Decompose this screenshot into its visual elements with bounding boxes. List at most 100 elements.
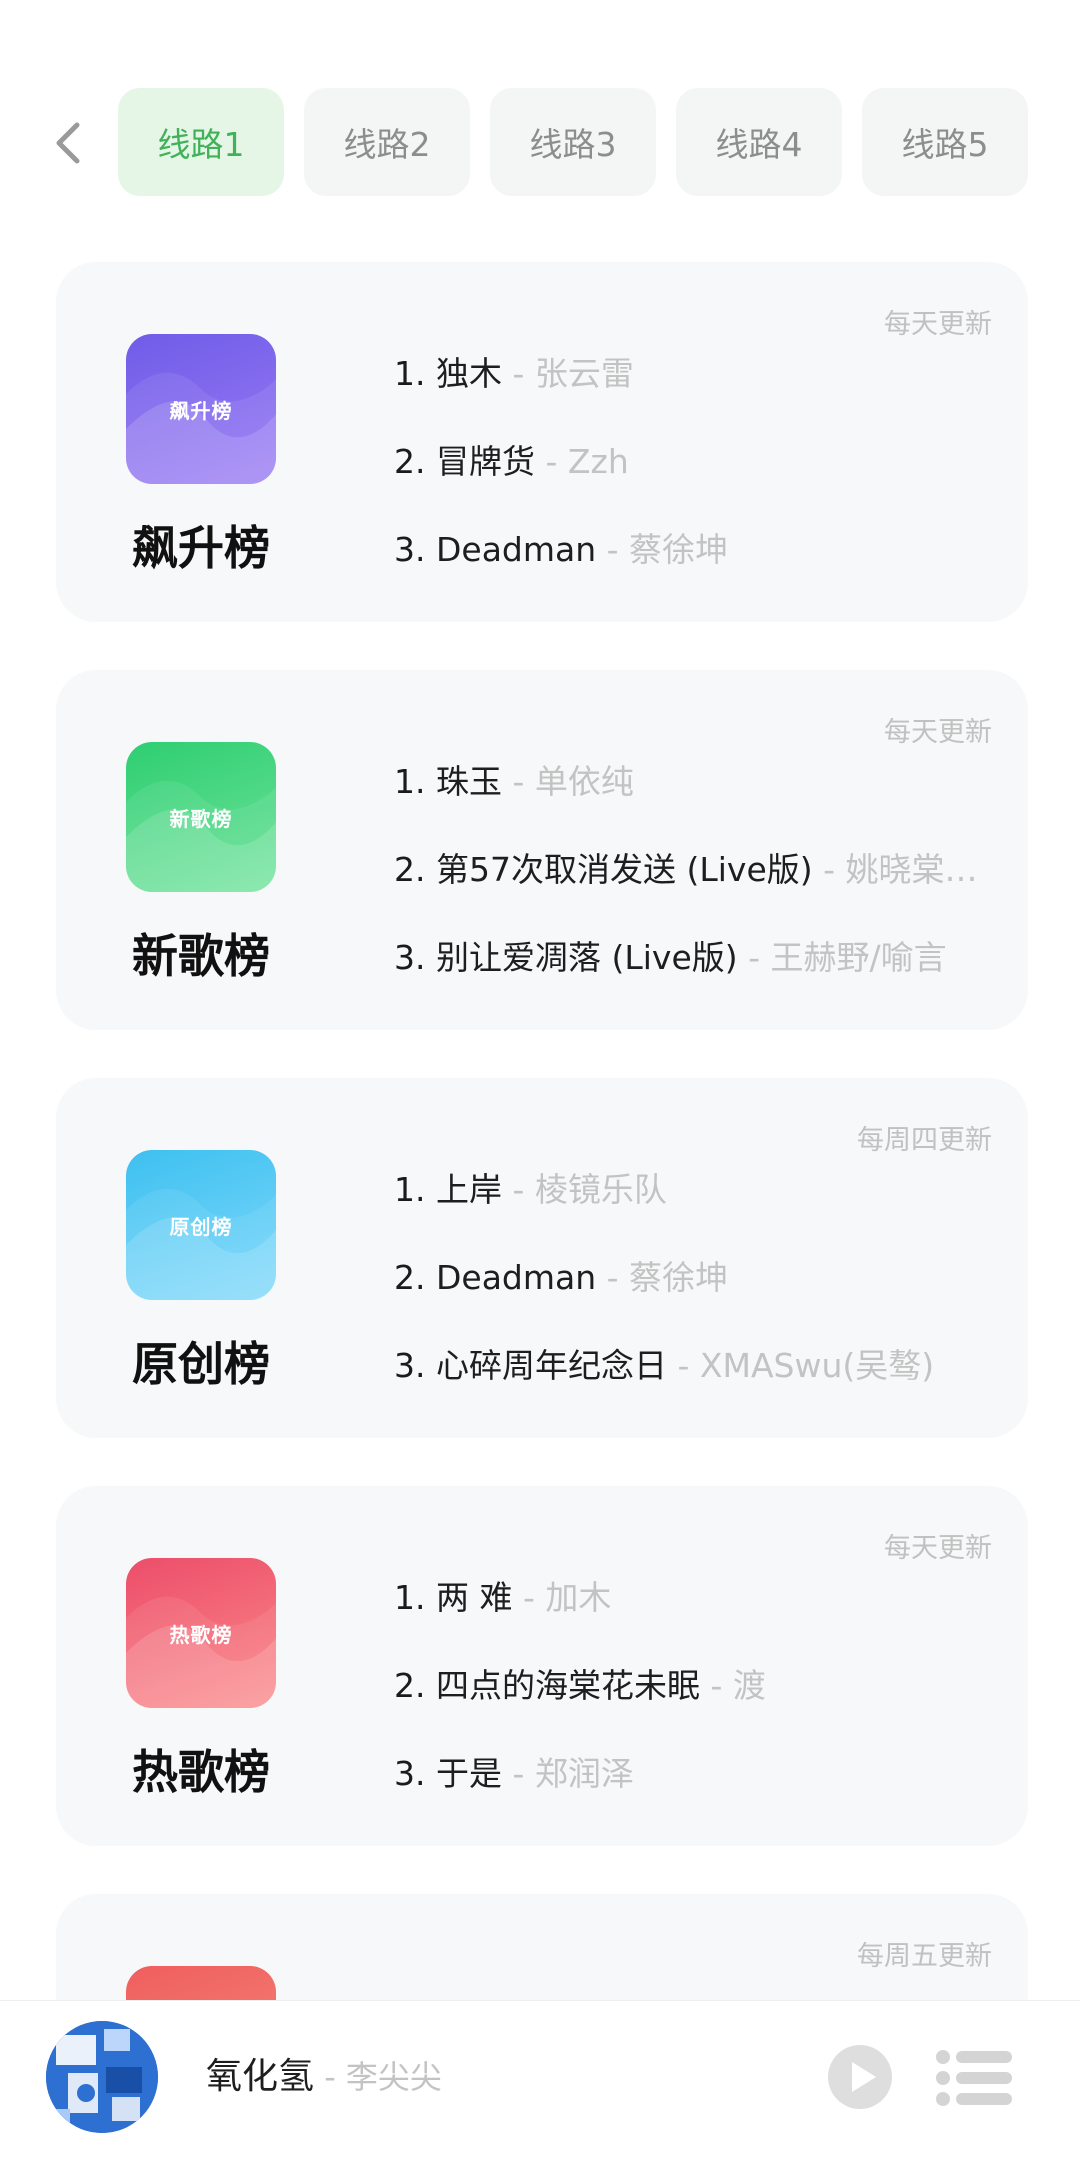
chart-name: 飙升榜 <box>132 521 270 575</box>
song-list: 1. 两 难 - 加木 2. 四点的海棠花未眠 - 渡 3. 于是 - 郑润泽 <box>394 1554 1014 1818</box>
song-rank: 2. <box>394 442 426 481</box>
mini-player[interactable]: 氧化氢 - 李尖尖 <box>0 2000 1080 2164</box>
chart-name: 新歌榜 <box>132 929 270 983</box>
song-title: 四点的海棠花未眠 <box>436 1666 700 1705</box>
song-title: 上岸 <box>436 1170 502 1209</box>
song-rank: 1. <box>394 762 426 801</box>
chart-name: 原创榜 <box>132 1337 270 1391</box>
song-separator: - <box>737 938 771 977</box>
song-artist: 张云雷 <box>534 354 634 393</box>
song-rank: 3. <box>394 938 426 977</box>
song-separator: - <box>596 530 630 569</box>
cover-label: 热歌榜 <box>169 1622 233 1647</box>
list-item[interactable]: 3. 于是 - 郑润泽 <box>394 1730 1014 1818</box>
chart-name: 热歌榜 <box>132 1745 270 1799</box>
song-artist: 渡 <box>732 1666 766 1705</box>
song-separator: - <box>502 762 535 801</box>
song-separator: - <box>502 1170 535 1209</box>
chart-cover[interactable]: 原创榜 <box>126 1150 276 1300</box>
tab-route-5[interactable]: 线路5 <box>862 88 1028 196</box>
song-title: 珠玉 <box>436 762 502 801</box>
song-separator: - <box>700 1666 733 1705</box>
list-item[interactable]: 1. 两 难 - 加木 <box>394 1554 1014 1642</box>
now-playing-text[interactable]: 氧化氢 - 李尖尖 <box>206 2001 442 2153</box>
back-button[interactable] <box>40 113 96 173</box>
song-title: 心碎周年纪念日 <box>436 1346 667 1385</box>
song-rank: 1. <box>394 1578 426 1617</box>
chart-card-soaring[interactable]: 每天更新 飙升榜 飙升榜 1. 独木 - 张云雷 2. 冒牌货 - Zzh 3.… <box>56 262 1028 622</box>
song-artist: 棱镜乐队 <box>534 1170 667 1209</box>
song-list: 1. 独木 - 张云雷 2. 冒牌货 - Zzh 3. Deadman - 蔡徐… <box>394 330 1014 594</box>
list-item[interactable]: 1. 珠玉 - 单依纯 <box>394 738 1014 826</box>
song-separator: - <box>502 1754 535 1793</box>
playlist-icon <box>936 2050 1012 2106</box>
list-item[interactable]: 2. Deadman - 蔡徐坤 <box>394 1234 1014 1322</box>
song-artist: 姚晓棠… <box>845 850 978 889</box>
song-title: 独木 <box>436 354 502 393</box>
song-separator: - <box>502 354 535 393</box>
play-circle-icon <box>828 2045 892 2109</box>
update-frequency: 每周五更新 <box>857 1941 992 1972</box>
song-title: 别让爱凋落 (Live版) <box>436 938 738 977</box>
tab-route-2[interactable]: 线路2 <box>304 88 470 196</box>
song-list: 1. 珠玉 - 单依纯 2. 第57次取消发送 (Live版) - 姚晓棠… 3… <box>394 738 1014 1002</box>
song-artist: 蔡徐坤 <box>629 530 729 569</box>
song-artist: XMASwu(吴骜) <box>699 1346 935 1385</box>
song-artist: 郑润泽 <box>534 1754 634 1793</box>
song-rank: 3. <box>394 1754 426 1793</box>
chart-card-hot-songs[interactable]: 每天更新 热歌榜 热歌榜 1. 两 难 - 加木 2. 四点的海棠花未眠 - 渡… <box>56 1486 1028 1846</box>
album-art[interactable] <box>46 2021 158 2133</box>
song-title: 于是 <box>436 1754 502 1793</box>
song-artist: 单依纯 <box>534 762 634 801</box>
album-art-image <box>46 2021 158 2133</box>
list-item[interactable]: 1. 独木 - 张云雷 <box>394 330 1014 418</box>
list-item[interactable]: 3. 别让爱凋落 (Live版) - 王赫野/喻言 <box>394 914 1014 1002</box>
now-playing-title: 氧化氢 <box>206 2056 315 2097</box>
song-rank: 1. <box>394 354 426 393</box>
charts-page: 线路1 线路2 线路3 线路4 线路5 每天更新 飙升榜 飙升榜 1. 独木 -… <box>0 0 1080 2164</box>
list-item[interactable]: 3. 心碎周年纪念日 - XMASwu(吴骜) <box>394 1322 1014 1410</box>
song-artist: 加木 <box>545 1578 612 1617</box>
song-separator: - <box>512 1578 546 1617</box>
chart-card-original[interactable]: 每周四更新 原创榜 原创榜 1. 上岸 - 棱镜乐队 2. Deadman - … <box>56 1078 1028 1438</box>
chart-card-new-songs[interactable]: 每天更新 新歌榜 新歌榜 1. 珠玉 - 单依纯 2. 第57次取消发送 (Li… <box>56 670 1028 1030</box>
route-bar: 线路1 线路2 线路3 线路4 线路5 <box>0 88 1080 196</box>
song-title: Deadman <box>436 530 597 569</box>
song-rank: 2. <box>394 850 426 889</box>
song-title: 两 难 <box>436 1578 513 1617</box>
tab-route-4[interactable]: 线路4 <box>676 88 842 196</box>
song-artist: 蔡徐坤 <box>629 1258 729 1297</box>
song-title: 冒牌货 <box>436 442 535 481</box>
playlist-button[interactable] <box>936 2049 1012 2107</box>
song-rank: 1. <box>394 1170 426 1209</box>
song-rank: 3. <box>394 1346 426 1385</box>
chart-cover[interactable]: 飙升榜 <box>126 334 276 484</box>
list-item[interactable]: 1. 上岸 - 棱镜乐队 <box>394 1146 1014 1234</box>
song-separator: - <box>812 850 846 889</box>
cover-label: 飙升榜 <box>169 398 233 423</box>
cover-label: 原创榜 <box>169 1214 233 1239</box>
song-separator: - <box>535 442 568 481</box>
cover-label: 新歌榜 <box>169 806 233 831</box>
route-tabs: 线路1 线路2 线路3 线路4 线路5 <box>118 88 1028 196</box>
song-list: 1. 上岸 - 棱镜乐队 2. Deadman - 蔡徐坤 3. 心碎周年纪念日… <box>394 1146 1014 1410</box>
tab-route-1[interactable]: 线路1 <box>118 88 284 196</box>
list-item[interactable]: 3. Deadman - 蔡徐坤 <box>394 506 1014 594</box>
song-rank: 2. <box>394 1666 426 1705</box>
chart-cover[interactable]: 热歌榜 <box>126 1558 276 1708</box>
song-artist: Zzh <box>567 442 629 481</box>
list-item[interactable]: 2. 冒牌货 - Zzh <box>394 418 1014 506</box>
song-title: 第57次取消发送 (Live版) <box>436 850 813 889</box>
list-item[interactable]: 2. 四点的海棠花未眠 - 渡 <box>394 1642 1014 1730</box>
chart-cover[interactable]: 新歌榜 <box>126 742 276 892</box>
song-rank: 2. <box>394 1258 426 1297</box>
list-item[interactable]: 2. 第57次取消发送 (Live版) - 姚晓棠… <box>394 826 1014 914</box>
chevron-left-icon <box>56 122 80 164</box>
tab-route-3[interactable]: 线路3 <box>490 88 656 196</box>
song-separator: - <box>667 1346 700 1385</box>
play-button[interactable] <box>826 2043 894 2111</box>
now-playing-artist: 李尖尖 <box>345 2058 442 2096</box>
now-playing-separator: - <box>314 2058 346 2096</box>
song-artist: 王赫野/喻言 <box>770 938 947 977</box>
song-separator: - <box>596 1258 630 1297</box>
